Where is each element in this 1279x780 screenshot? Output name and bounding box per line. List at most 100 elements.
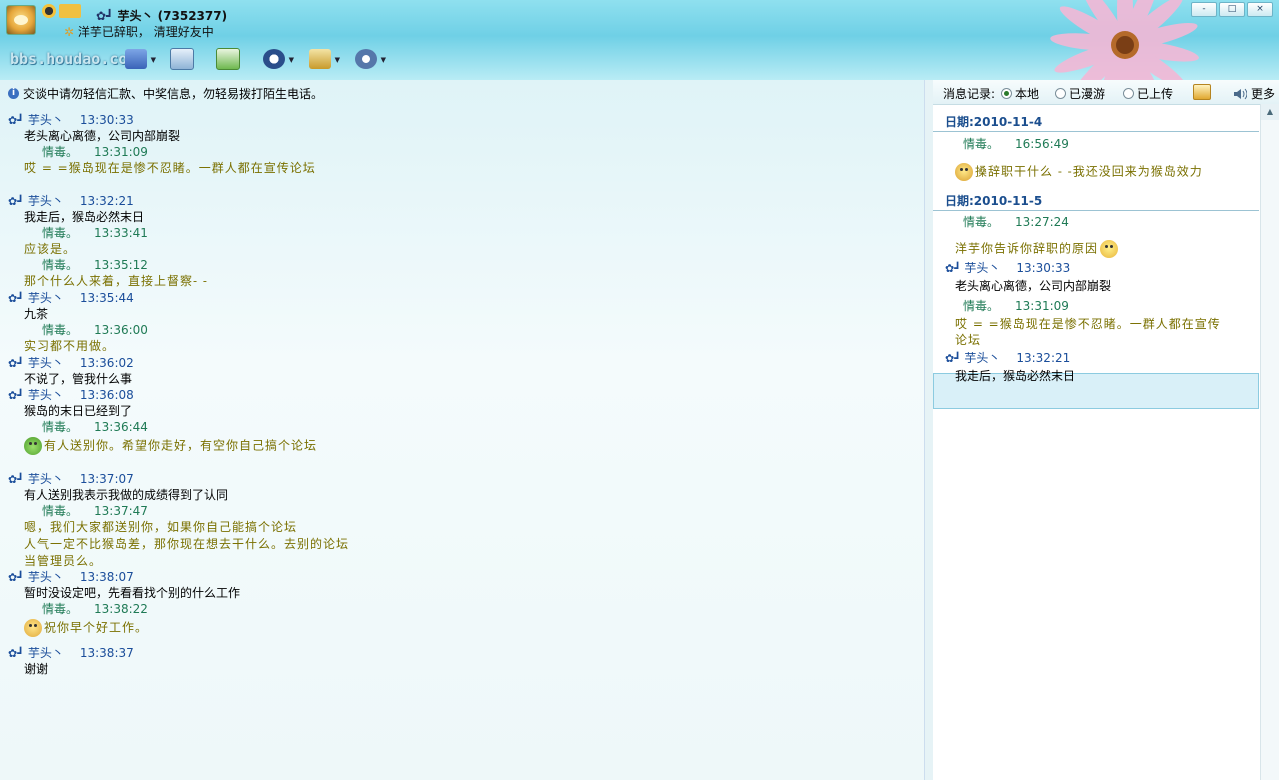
contact-avatar[interactable]: [6, 5, 36, 35]
sender-name: 芋头丶: [27, 356, 64, 370]
history-sender: 情毒。: [963, 215, 1000, 229]
message-text[interactable]: 九茶: [24, 306, 48, 322]
spade-icon: [309, 49, 331, 69]
sender-name: 芋头丶: [27, 646, 64, 660]
contact-signature: ✲ 洋芋已辞职， 清理好友中: [64, 23, 214, 40]
message-time: 13:33:41: [94, 226, 148, 240]
penguin-icon: [263, 49, 285, 69]
maximize-button[interactable]: □: [1219, 2, 1245, 17]
sender-name: 芋头丶: [27, 472, 64, 486]
history-entry-header: 情毒。 16:56:49: [963, 136, 1069, 152]
app-menu-button[interactable]: ▼: [304, 45, 340, 73]
message-text[interactable]: 我走后，猴岛必然末日: [24, 209, 144, 225]
message-text[interactable]: 谢谢: [24, 661, 48, 677]
sender-name: 情毒。: [42, 226, 79, 240]
qq-status-icon: ✿┛: [96, 9, 114, 23]
gear-icon: [355, 49, 377, 69]
message-time: 13:36:00: [94, 323, 148, 337]
scroll-up-icon[interactable]: ▲: [1261, 104, 1279, 120]
message-time: 13:37:47: [94, 504, 148, 518]
speaker-icon: [1233, 88, 1247, 99]
history-entry-text[interactable]: 老头离心离德，公司内部崩裂: [955, 278, 1111, 294]
message-header: ✿┛ 芋头丶 13:36:08: [8, 387, 134, 404]
video-icon: [125, 49, 147, 69]
message-text[interactable]: 祝你早个好工作。: [24, 619, 148, 637]
level-badge-icon: [59, 4, 81, 18]
radio-uploaded[interactable]: 已上传: [1123, 85, 1173, 102]
history-time: 16:56:49: [1015, 137, 1069, 151]
history-time: 13:30:33: [1016, 261, 1071, 275]
frog-emoji-icon: [24, 437, 42, 455]
message-text[interactable]: 嗯，我们大家都送别你，如果你自己能搞个论坛: [24, 519, 297, 535]
history-sender: 芋头丶: [964, 261, 1001, 275]
history-scrollbar[interactable]: ▲: [1260, 104, 1279, 780]
message-text[interactable]: 当管理员么。: [24, 553, 102, 569]
message-text[interactable]: 猴岛的末日已经到了: [24, 403, 132, 419]
history-entry-content: 洋芋你告诉你辞职的原因: [955, 241, 1099, 256]
status-icons: [42, 4, 81, 18]
more-button[interactable]: 更多: [1233, 85, 1275, 102]
video-chat-button[interactable]: ▼: [120, 45, 156, 73]
sender-name: 情毒。: [42, 602, 79, 616]
message-text[interactable]: 哎 = =猴岛现在是惨不忍睹。一群人都在宣传论坛: [24, 160, 316, 176]
contact-name: 芋头丶: [117, 9, 154, 23]
history-entry-header: 情毒。 13:27:24: [963, 214, 1069, 230]
chat-messages-panel[interactable]: i 交谈中请勿轻信汇款、中奖信息，勿轻易拨打陌生电话。 ✿┛ 芋头丶 13:30:3…: [0, 80, 924, 780]
settings-button[interactable]: ▼: [350, 45, 386, 73]
message-text-content: 应该是。: [24, 242, 77, 256]
history-entry-text[interactable]: 我走后，猴岛必然末日: [955, 368, 1075, 384]
history-entry-content: 老头离心离德，公司内部崩裂: [955, 279, 1112, 293]
signature-icon: ✲: [64, 25, 75, 39]
history-time: 13:27:24: [1015, 215, 1069, 229]
sender-status-icon: ✿┛: [8, 292, 24, 305]
radio-local[interactable]: 本地: [1001, 85, 1039, 102]
history-entry-content: 我走后，猴岛必然末日: [955, 369, 1076, 383]
message-text[interactable]: 不说了，管我什么事: [24, 371, 132, 387]
history-sender: 情毒。: [963, 299, 1000, 313]
security-notice: i 交谈中请勿轻信汇款、中奖信息，勿轻易拨打陌生电话。: [8, 85, 323, 102]
message-text[interactable]: 老头离心离德，公司内部崩裂: [24, 128, 180, 144]
sender-status-icon: ✿┛: [8, 571, 24, 584]
history-sender: 芋头丶: [964, 351, 1001, 365]
minimize-button[interactable]: -: [1191, 2, 1217, 17]
send-email-button[interactable]: [166, 45, 198, 73]
sender-status-icon: ✿┛: [945, 352, 965, 365]
sender-name: 情毒。: [42, 504, 79, 518]
mail-icon: [170, 48, 194, 70]
sender-name: 芋头丶: [27, 291, 64, 305]
close-button[interactable]: ×: [1247, 2, 1273, 17]
message-text-content: 人气一定不比猴岛差，那你现在想去干什么。去别的论坛: [24, 537, 350, 551]
flower-decoration: [1050, 0, 1199, 80]
sender-name: 芋头丶: [27, 388, 64, 402]
security-notice-text: 交谈中请勿轻信汇款、中奖信息，勿轻易拨打陌生电话。: [23, 87, 324, 101]
message-text[interactable]: 应该是。: [24, 241, 76, 257]
message-text[interactable]: 暂时没设定吧，先看看找个别的什么工作: [24, 585, 240, 601]
sender-status-icon: ✿┛: [945, 262, 965, 275]
message-header: 情毒。 13:31:09: [42, 144, 148, 160]
history-date-row: 日期:2010-11-4: [933, 109, 1259, 132]
sender-name: 情毒。: [42, 145, 79, 159]
message-text[interactable]: 那个什么人来着，直接上督察- -: [24, 273, 208, 289]
history-manager-icon[interactable]: [1193, 84, 1211, 100]
history-entry-text[interactable]: 洋芋你告诉你辞职的原因: [955, 240, 1120, 258]
message-text[interactable]: 有人送别你。希望你走好，有空你自己搞个论坛: [24, 437, 317, 455]
message-time: 13:38:22: [94, 602, 148, 616]
history-entry-text[interactable]: 搡辞职干什么 - -我还没回来为猴岛效力: [955, 163, 1203, 181]
radio-roamed[interactable]: 已漫游: [1055, 85, 1105, 102]
history-entry-text[interactable]: 哎 = =猴岛现在是惨不忍睹。一群人都在宣传: [955, 316, 1221, 332]
history-toolbar: 消息记录: 本地 已漫游 已上传 更多: [933, 80, 1279, 105]
sender-name: 芋头丶: [27, 113, 64, 127]
qq-helper-button[interactable]: ▼: [258, 45, 294, 73]
message-time: 13:30:33: [79, 113, 134, 127]
message-header: 情毒。 13:38:22: [42, 601, 148, 617]
more-label: 更多: [1250, 87, 1275, 101]
message-text[interactable]: 有人送别我表示我做的成绩得到了认同: [24, 487, 228, 503]
history-entry-text[interactable]: 论坛: [955, 332, 981, 348]
message-text-content: 老头离心离德，公司内部崩裂: [24, 129, 181, 143]
message-text[interactable]: 实习都不用做。: [24, 338, 115, 354]
radio-uploaded-label: 已上传: [1137, 87, 1174, 101]
message-text[interactable]: 人气一定不比猴岛差，那你现在想去干什么。去别的论坛: [24, 536, 349, 552]
message-text-content: 不说了，管我什么事: [24, 372, 133, 386]
add-friend-button[interactable]: [212, 45, 244, 73]
chevron-down-icon: ▼: [150, 56, 156, 64]
